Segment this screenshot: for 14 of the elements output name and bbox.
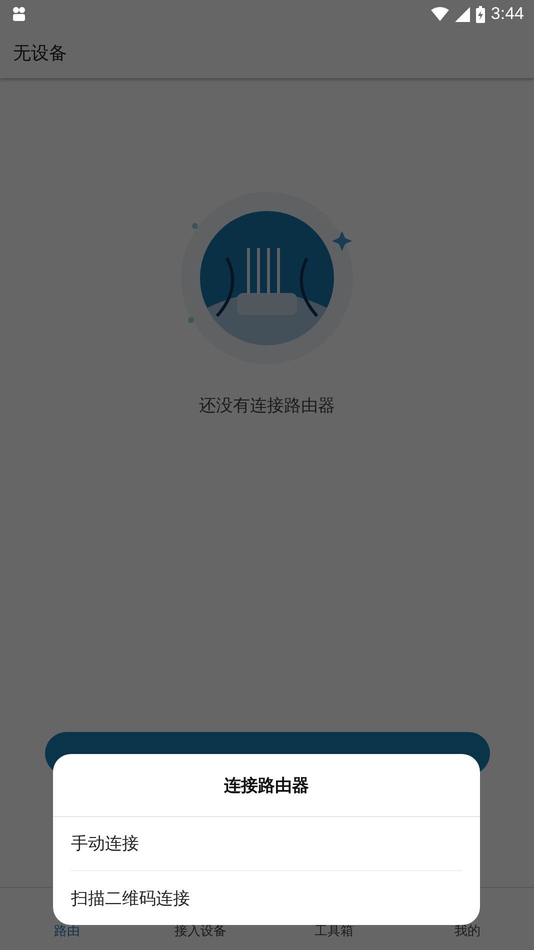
nav-tab[interactable]: 工具箱 — [314, 922, 354, 940]
app-notification-icon — [12, 6, 26, 22]
status-time: 3:44 — [490, 4, 524, 24]
app-bar-title: 无设备 — [13, 42, 67, 65]
empty-state-message: 还没有连接路由器 — [199, 395, 335, 417]
wifi-icon — [430, 7, 449, 21]
dialog-option[interactable]: 手动连接 — [71, 817, 462, 871]
nav-tab[interactable]: 我的 — [454, 922, 480, 940]
battery-icon — [476, 6, 485, 22]
dialog-option[interactable]: 扫描二维码连接 — [71, 871, 462, 925]
nav-tab[interactable]: 路由 — [54, 922, 80, 940]
nav-tab[interactable]: 接入设备 — [174, 922, 226, 940]
dialog-title: 连接路由器 — [53, 754, 480, 817]
signal-icon — [454, 6, 470, 22]
